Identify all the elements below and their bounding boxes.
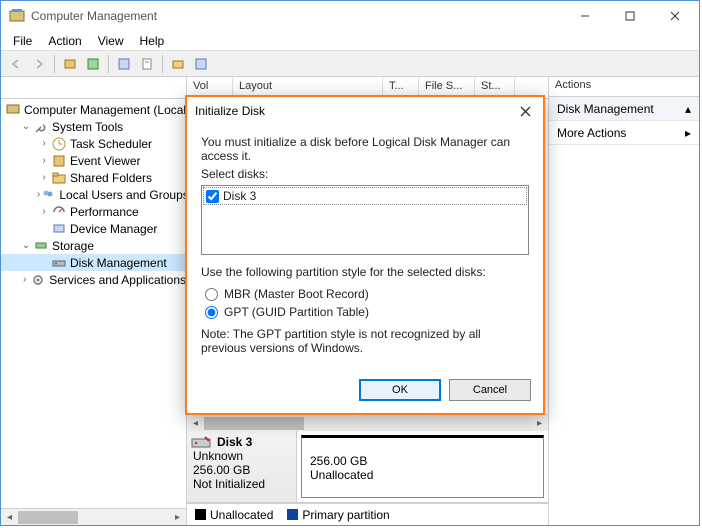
actions-more[interactable]: More Actions▸ <box>549 121 699 145</box>
radio-mbr-row[interactable]: MBR (Master Boot Record) <box>205 285 529 303</box>
disk-icon <box>51 255 67 271</box>
gear-icon <box>30 272 46 288</box>
disk-row[interactable]: Disk 3 Unknown 256.00 GB Not Initialized… <box>187 431 548 503</box>
radio-mbr-label: MBR (Master Boot Record) <box>224 287 369 301</box>
dialog-close-button[interactable] <box>515 101 535 121</box>
disk-status: Unknown <box>193 449 290 463</box>
toolbar-btn-2[interactable] <box>82 53 104 75</box>
chevron-right-icon: ▸ <box>685 126 691 140</box>
computer-management-window: Computer Management File Action View Hel… <box>0 0 700 526</box>
dialog-note: Note: The GPT partition style is not rec… <box>201 327 529 355</box>
tree-disk-management[interactable]: Disk Management <box>1 254 186 271</box>
radio-gpt-label: GPT (GUID Partition Table) <box>224 305 369 319</box>
disk-size: 256.00 GB <box>193 463 290 477</box>
tree-local-users[interactable]: ›Local Users and Groups <box>1 186 186 203</box>
partition-status: Unallocated <box>310 468 535 482</box>
close-button[interactable] <box>652 2 697 30</box>
clock-icon <box>51 136 67 152</box>
dialog-title: Initialize Disk <box>195 104 515 118</box>
partition-style-prompt: Use the following partition style for th… <box>201 265 529 279</box>
app-icon <box>9 8 25 24</box>
toolbar <box>1 51 699 77</box>
tree-task-scheduler[interactable]: ›Task Scheduler <box>1 135 186 152</box>
initialize-disk-dialog: Initialize Disk You must initialize a di… <box>185 95 545 415</box>
dialog-instruction: You must initialize a disk before Logica… <box>201 135 529 163</box>
swatch-unallocated <box>195 509 206 520</box>
tree-root[interactable]: Computer Management (Local) <box>1 101 186 118</box>
tree-shared-folders[interactable]: ›Shared Folders <box>1 169 186 186</box>
dialog-select-label: Select disks: <box>201 167 529 181</box>
event-icon <box>51 153 67 169</box>
disk-select-list[interactable]: Disk 3 <box>201 185 529 255</box>
toolbar-btn-5[interactable] <box>167 53 189 75</box>
actions-disk-management[interactable]: Disk Management▴ <box>549 97 699 121</box>
radio-gpt[interactable] <box>205 306 218 319</box>
menu-view[interactable]: View <box>90 32 132 50</box>
disk-list-item[interactable]: Disk 3 <box>203 187 527 205</box>
toolbar-btn-6[interactable] <box>190 53 212 75</box>
disk-drive-icon <box>191 435 211 451</box>
collapse-icon[interactable]: ⌄ <box>19 240 33 251</box>
disk-name: Disk 3 <box>217 435 290 449</box>
actions-panel: Actions Disk Management▴ More Actions▸ <box>549 77 699 525</box>
properties-button[interactable] <box>136 53 158 75</box>
legend: Unallocated Primary partition <box>187 503 548 525</box>
disk-header[interactable]: Disk 3 Unknown 256.00 GB Not Initialized <box>187 431 297 502</box>
disk-item-label: Disk 3 <box>223 189 256 203</box>
swatch-primary <box>287 509 298 520</box>
tree-panel: Computer Management (Local) ⌄ System Too… <box>1 77 187 525</box>
toolbar-btn-1[interactable] <box>59 53 81 75</box>
tree-system-tools[interactable]: ⌄ System Tools <box>1 118 186 135</box>
disk-graph: Disk 3 Unknown 256.00 GB Not Initialized… <box>187 430 548 525</box>
radio-gpt-row[interactable]: GPT (GUID Partition Table) <box>205 303 529 321</box>
expand-icon[interactable]: › <box>37 155 51 166</box>
disk-checkbox[interactable] <box>206 190 219 203</box>
cancel-button[interactable]: Cancel <box>449 379 531 401</box>
maximize-button[interactable] <box>607 2 652 30</box>
partition-size: 256.00 GB <box>310 454 535 468</box>
collapse-icon[interactable]: ⌄ <box>19 121 33 132</box>
device-icon <box>51 221 67 237</box>
expand-icon[interactable]: › <box>37 206 51 217</box>
tree-services[interactable]: ›Services and Applications <box>1 271 186 288</box>
chevron-up-icon: ▴ <box>685 102 691 116</box>
tree-device-manager[interactable]: Device Manager <box>1 220 186 237</box>
disk-init-state: Not Initialized <box>193 477 290 491</box>
window-title: Computer Management <box>31 9 562 23</box>
tools-icon <box>33 119 49 135</box>
actions-header: Actions <box>549 77 699 97</box>
menu-action[interactable]: Action <box>40 32 89 50</box>
menu-file[interactable]: File <box>5 32 40 50</box>
expand-icon[interactable]: › <box>19 274 30 285</box>
titlebar: Computer Management <box>1 1 699 31</box>
tree-storage[interactable]: ⌄Storage <box>1 237 186 254</box>
minimize-button[interactable] <box>562 2 607 30</box>
computer-icon <box>5 102 21 118</box>
expand-icon[interactable]: › <box>37 138 51 149</box>
tree-scrollbar[interactable]: ◂ ▸ <box>1 508 186 525</box>
volume-scrollbar[interactable]: ◂ ▸ <box>187 414 548 431</box>
tree-event-viewer[interactable]: ›Event Viewer <box>1 152 186 169</box>
storage-icon <box>33 238 49 254</box>
dialog-titlebar: Initialize Disk <box>187 97 543 125</box>
ok-button[interactable]: OK <box>359 379 441 401</box>
menu-help[interactable]: Help <box>132 32 173 50</box>
performance-icon <box>51 204 67 220</box>
back-button[interactable] <box>5 53 27 75</box>
folder-icon <box>51 170 67 186</box>
forward-button[interactable] <box>28 53 50 75</box>
disk-partition[interactable]: 256.00 GB Unallocated <box>301 435 544 498</box>
tree-performance[interactable]: ›Performance <box>1 203 186 220</box>
menubar: File Action View Help <box>1 31 699 51</box>
radio-mbr[interactable] <box>205 288 218 301</box>
refresh-button[interactable] <box>113 53 135 75</box>
users-icon <box>40 187 56 203</box>
expand-icon[interactable]: › <box>37 172 51 183</box>
